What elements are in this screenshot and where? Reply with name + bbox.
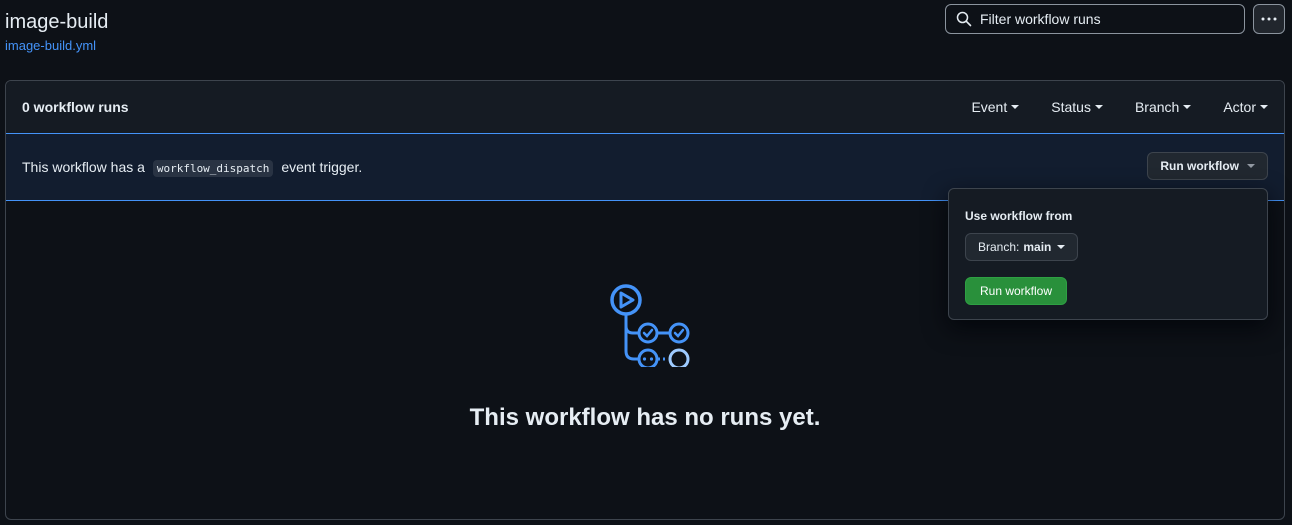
- filter-runs-search[interactable]: [945, 4, 1245, 34]
- kebab-horizontal-icon: [1261, 17, 1277, 21]
- run-workflow-label: Run workflow: [1160, 159, 1239, 173]
- branch-prefix: Branch:: [978, 240, 1020, 254]
- filter-actor-label: Actor: [1223, 99, 1256, 115]
- filter-runs-input[interactable]: [980, 11, 1230, 27]
- filter-status-label: Status: [1051, 99, 1091, 115]
- workflow-graph-icon: [610, 284, 690, 367]
- caret-down-icon: [1011, 105, 1020, 109]
- caret-down-icon: [1260, 105, 1268, 109]
- run-workflow-popover: Use workflow from Branch: main Run workf…: [948, 188, 1268, 320]
- caret-down-icon: [1057, 245, 1066, 249]
- more-options-button[interactable]: [1253, 4, 1285, 34]
- use-workflow-from-label: Use workflow from: [965, 209, 1073, 223]
- dispatch-text: This workflow has a workflow_dispatch ev…: [22, 159, 363, 177]
- caret-down-icon: [1183, 105, 1192, 109]
- caret-down-icon: [1094, 105, 1103, 109]
- run-workflow-dropdown-button[interactable]: Run workflow: [1147, 152, 1268, 180]
- run-workflow-submit-button[interactable]: Run workflow: [965, 277, 1067, 305]
- filter-branch-label: Branch: [1134, 99, 1180, 115]
- runs-filter-menus: Event Status Branch Actor: [939, 99, 1268, 115]
- workflow-runs-page: image-build image-build.yml 0 workflow r…: [0, 0, 1292, 525]
- filter-status-menu[interactable]: Status: [1051, 99, 1103, 115]
- page-title: image-build: [5, 11, 109, 33]
- branch-value: main: [1023, 240, 1052, 254]
- empty-state-title: This workflow has no runs yet.: [469, 404, 821, 431]
- filter-event-menu[interactable]: Event: [971, 99, 1020, 115]
- filter-branch-menu[interactable]: Branch: [1134, 99, 1192, 115]
- caret-down-icon: [1247, 164, 1255, 168]
- dispatch-event-code: workflow_dispatch: [152, 160, 274, 177]
- runs-count: 0 workflow runs: [22, 99, 129, 115]
- filter-event-label: Event: [971, 99, 1008, 115]
- runs-header: 0 workflow runs Event Status Branch Acto…: [6, 81, 1284, 134]
- dispatch-text-after: event trigger.: [281, 159, 363, 175]
- filter-actor-menu[interactable]: Actor: [1223, 99, 1268, 115]
- branch-select-button[interactable]: Branch: main: [965, 233, 1079, 261]
- dispatch-text-before: This workflow has a: [22, 159, 145, 175]
- workflow-file-link[interactable]: image-build.yml: [5, 38, 96, 54]
- search-icon: [956, 11, 972, 27]
